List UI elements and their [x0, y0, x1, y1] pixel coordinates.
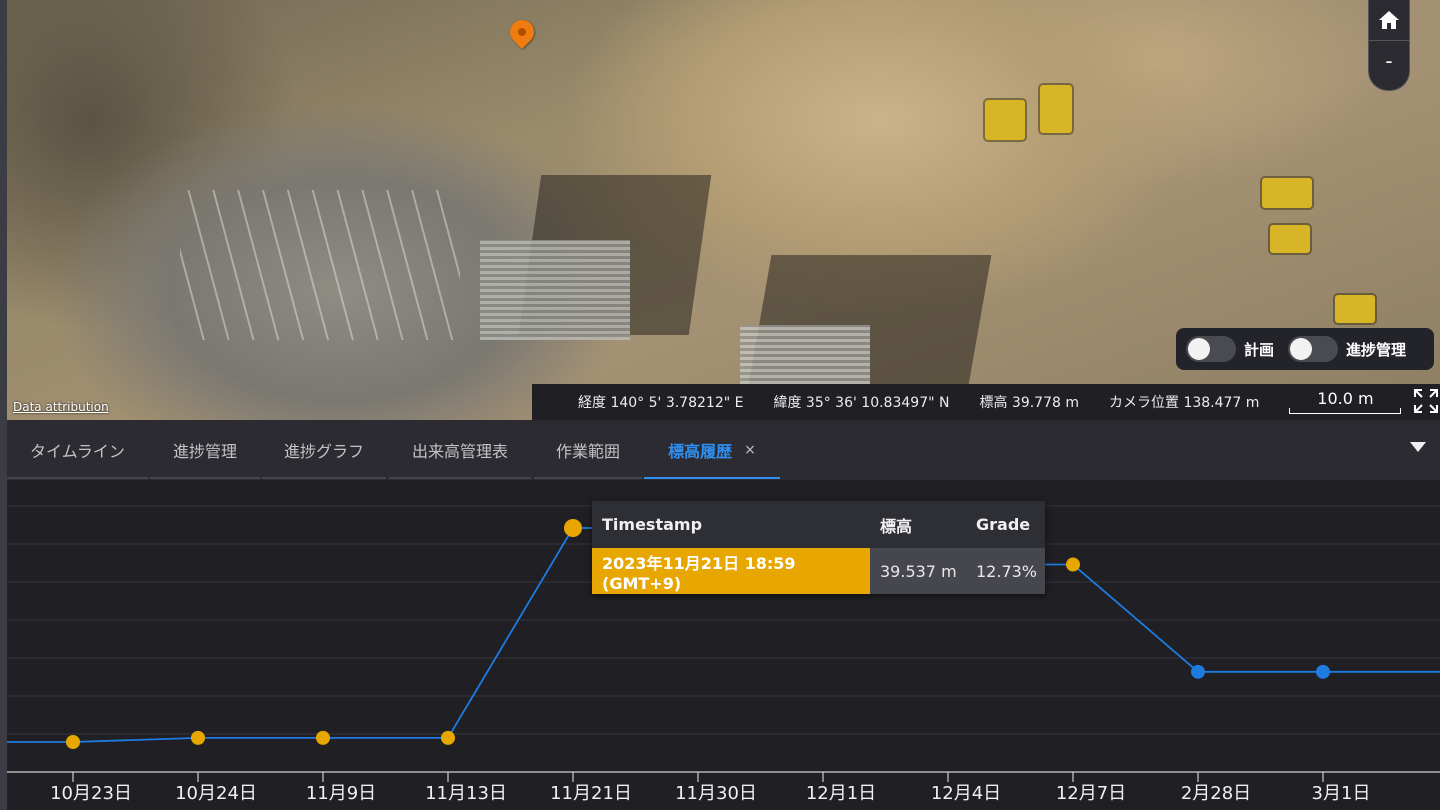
x-axis-tick-label: 2月28日	[1181, 783, 1251, 804]
chart-svg: 10月23日 10月24日 11月9日 11月13日 11月21日 11月30日 12月1日…	[7, 505, 1440, 804]
data-point[interactable]	[441, 730, 455, 745]
data-point[interactable]	[66, 735, 80, 749]
x-axis-tick-label: 3月1日	[1312, 783, 1371, 804]
x-axis-tick-label: 10月24日	[175, 783, 257, 804]
tooltip-header-grade: Grade	[976, 515, 1031, 534]
x-axis-tick-label: 11月30日	[675, 783, 757, 804]
tooltip-elevation-value: 39.537 m	[870, 548, 964, 594]
x-axis-tick-label: 12月4日	[931, 783, 1001, 804]
chart-tooltip: Timestamp 標高 Grade 2023年11月21日 18:59 (GM…	[592, 501, 1045, 594]
tooltip-timestamp-value: 2023年11月21日 18:59 (GMT+9)	[592, 548, 870, 594]
x-axis-tick-label: 11月9日	[306, 783, 376, 804]
data-point[interactable]	[1191, 664, 1205, 679]
data-point[interactable]	[564, 519, 582, 537]
tooltip-grade-value: 12.73%	[964, 548, 1045, 594]
x-axis-tick-label: 12月7日	[1056, 783, 1126, 804]
tooltip-header-elevation: 標高	[880, 516, 913, 536]
data-point[interactable]	[316, 730, 330, 745]
data-point[interactable]	[191, 730, 205, 745]
x-axis-tick-label: 12月1日	[806, 783, 876, 804]
data-point[interactable]	[1066, 557, 1080, 572]
x-axis-tick-label: 11月21日	[550, 783, 632, 804]
x-axis-tick-label: 10月23日	[50, 783, 132, 804]
x-axis-tick-label: 11月13日	[425, 783, 507, 804]
tooltip-header-timestamp: Timestamp	[602, 515, 703, 534]
data-point[interactable]	[1316, 664, 1330, 679]
